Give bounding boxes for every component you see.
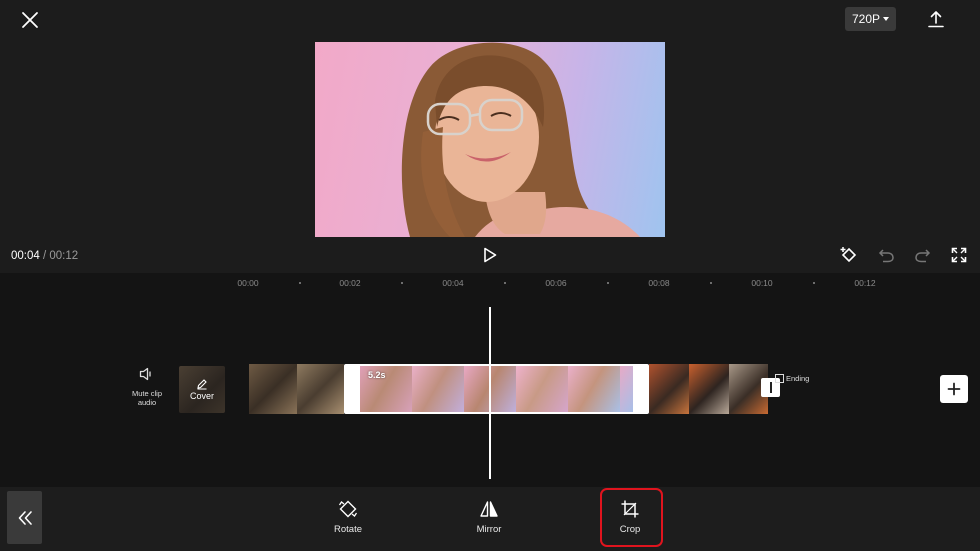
close-button[interactable] (16, 6, 44, 34)
video-clip-1[interactable] (249, 364, 344, 414)
bottom-toolbar: Rotate Mirror Crop (0, 487, 980, 551)
rotate-button[interactable]: Rotate (318, 499, 378, 535)
plus-icon (947, 382, 961, 396)
play-button[interactable] (479, 244, 501, 266)
total-time: 00:12 (49, 250, 79, 262)
trim-handle-right[interactable] (640, 380, 642, 398)
ruler-label: 00:06 (545, 278, 567, 288)
transition-icon (769, 382, 772, 393)
export-button[interactable] (924, 6, 948, 32)
cover-button[interactable]: Cover (179, 366, 225, 413)
ruler-label: 00:10 (751, 278, 773, 288)
video-frame-image (401, 42, 640, 237)
ruler-tick (504, 282, 506, 284)
current-time: 00:04 (11, 250, 40, 262)
ruler-label: 00:04 (442, 278, 464, 288)
ruler-label: 00:00 (237, 278, 259, 288)
preview-area: 720P 00:04 / 00:12 (0, 0, 980, 273)
ruler-tick (401, 282, 403, 284)
mirror-button[interactable]: Mirror (459, 499, 519, 535)
cover-label: Cover (189, 391, 214, 401)
clip-thumbnail (249, 364, 297, 414)
mirror-icon (480, 501, 498, 517)
undo-icon (878, 249, 894, 263)
keyframe-button[interactable] (839, 245, 859, 265)
redo-button[interactable] (913, 245, 933, 265)
ruler-tick (299, 282, 301, 284)
ruler-label: 00:12 (854, 278, 876, 288)
clip-thumbnail (297, 364, 344, 414)
play-icon (484, 247, 497, 263)
ruler-tick (813, 282, 815, 284)
clip-duration-label: 5.2s (368, 370, 386, 380)
mute-clip-audio-button[interactable]: Mute clip audio (122, 367, 172, 407)
ruler-label: 00:02 (339, 278, 361, 288)
rotate-label: Rotate (334, 524, 362, 535)
ending-toggle[interactable]: Ending (775, 374, 809, 383)
clip-thumbnail (568, 366, 620, 412)
close-icon (22, 12, 38, 28)
ruler-tick (607, 282, 609, 284)
ending-label: Ending (786, 374, 810, 383)
edit-pencil-icon (197, 379, 207, 390)
resolution-label: 720P (851, 12, 881, 26)
rotate-icon (338, 500, 358, 518)
resolution-dropdown[interactable]: 720P (845, 7, 896, 31)
redo-icon (915, 249, 931, 263)
checkbox-icon (775, 374, 784, 383)
caret-down-icon (883, 17, 890, 21)
fullscreen-button[interactable] (949, 245, 969, 265)
clip-thumbnail (620, 366, 633, 412)
keyframe-icon (840, 247, 857, 263)
fullscreen-icon (951, 247, 967, 263)
add-clip-button[interactable] (940, 375, 968, 403)
mirror-label: Mirror (476, 524, 502, 535)
video-clip-3[interactable] (649, 364, 768, 414)
mute-clip-audio-label: Mute clip audio (131, 389, 162, 407)
undo-button[interactable] (876, 245, 896, 265)
time-separator: / (39, 250, 50, 262)
timeline[interactable]: 00:00 00:02 00:04 00:06 00:08 00:10 00:1… (0, 273, 980, 487)
trim-handle-left[interactable] (351, 380, 353, 398)
playback-time: 00:04 / 00:12 (11, 250, 78, 262)
clip-thumbnail (649, 364, 689, 414)
clip-thumbnail (516, 366, 568, 412)
ruler-label: 00:08 (648, 278, 670, 288)
clip-thumbnail (689, 364, 729, 414)
ruler-tick (710, 282, 712, 284)
video-clip-2-selected[interactable]: 5.2s (344, 364, 649, 414)
back-button[interactable] (7, 491, 42, 544)
clip-thumbnail (412, 366, 464, 412)
crop-highlight-annotation (600, 488, 663, 547)
video-preview[interactable] (315, 42, 665, 237)
speaker-icon (139, 367, 151, 381)
double-chevron-left-icon (18, 510, 32, 525)
playhead[interactable] (489, 307, 491, 479)
upload-icon (928, 11, 944, 28)
